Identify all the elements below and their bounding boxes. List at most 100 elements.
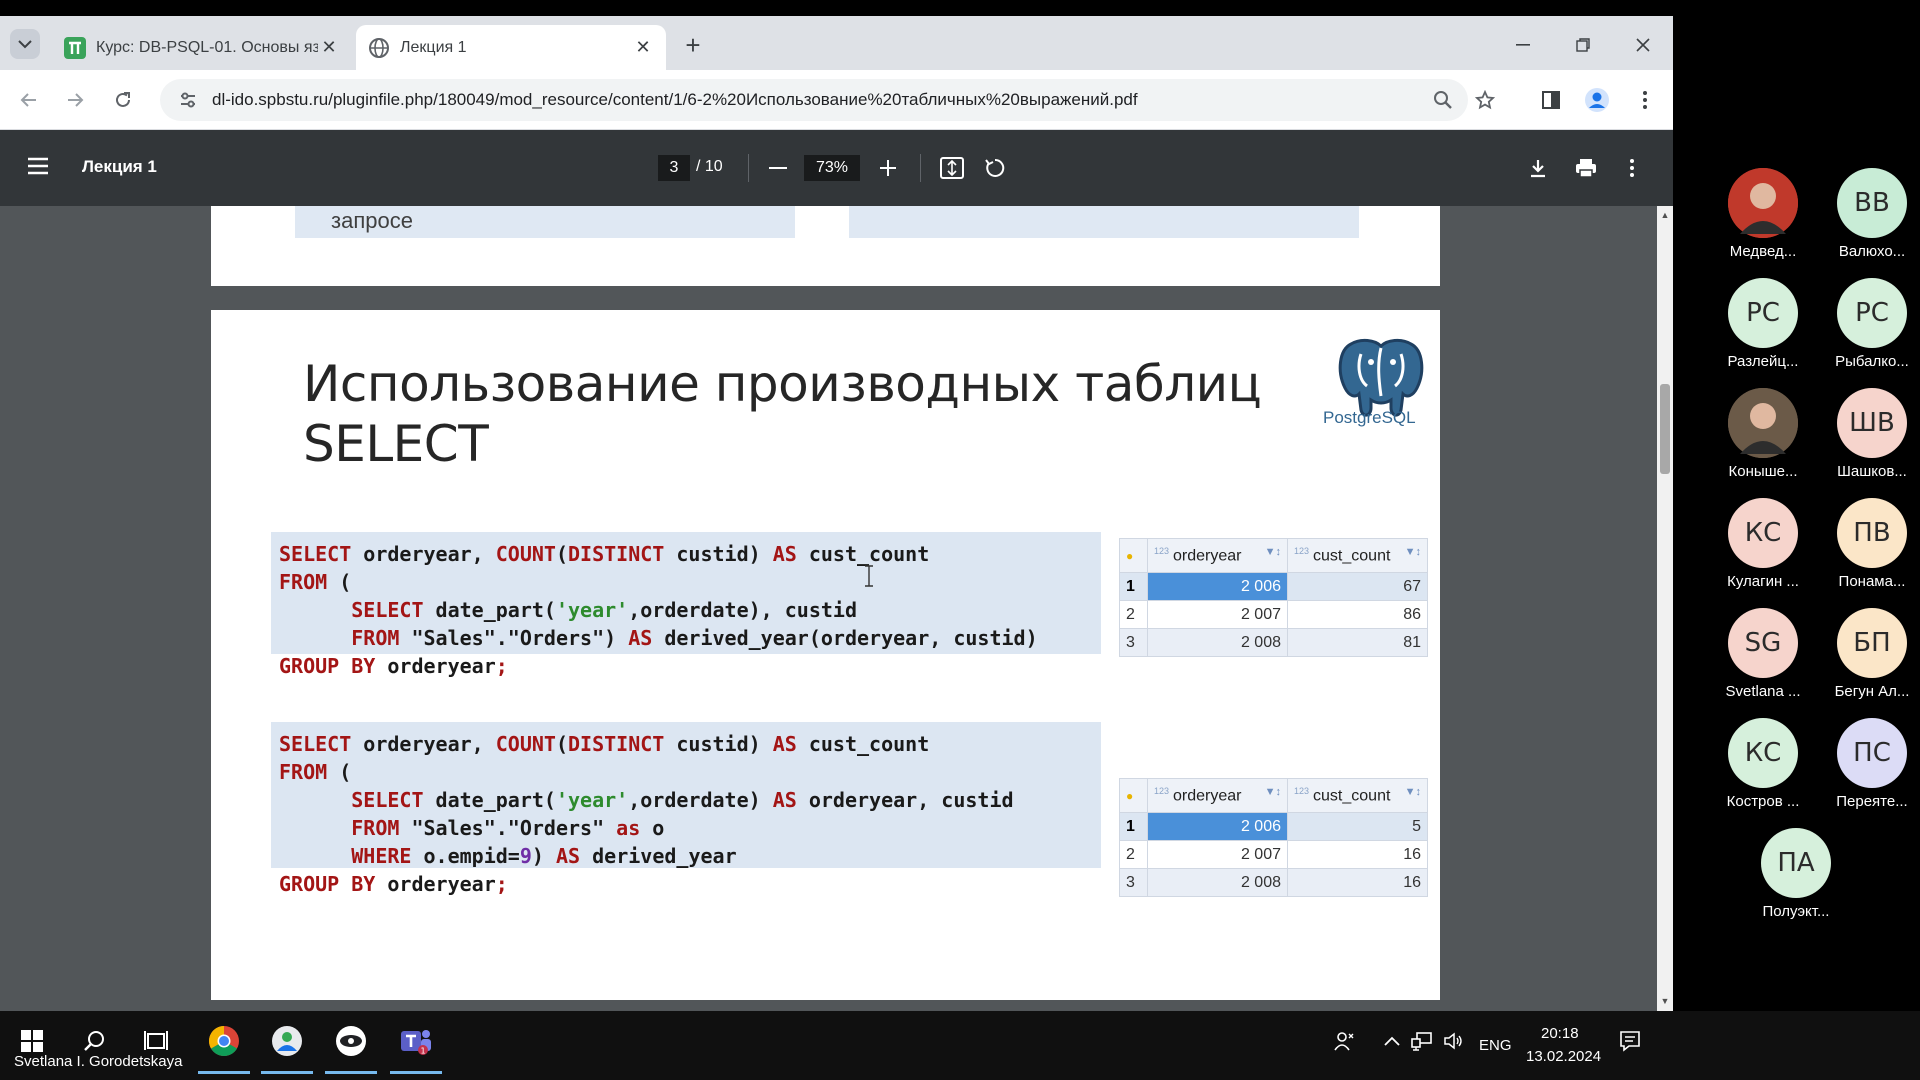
download-button[interactable] [1524, 154, 1552, 182]
column-header-orderyear[interactable]: 123 orderyear ▼↕ [1147, 538, 1288, 573]
cell-orderyear[interactable]: 2 008 [1147, 868, 1288, 897]
input-language[interactable]: ENG [1479, 1037, 1512, 1054]
scroll-up-icon[interactable]: ▲ [1660, 210, 1670, 220]
cell-cust-count[interactable]: 81 [1287, 628, 1428, 657]
close-tab-icon[interactable]: ✕ [318, 37, 340, 58]
cell-cust-count[interactable]: 16 [1287, 868, 1428, 897]
scrollbar-thumb[interactable] [1660, 384, 1670, 474]
zoom-level-input[interactable]: 73% [804, 155, 860, 181]
column-header-orderyear[interactable]: 123 orderyear ▼↕ [1147, 778, 1288, 813]
cell-orderyear[interactable]: 2 007 [1147, 600, 1288, 629]
app-taskbar-button[interactable] [267, 1021, 307, 1061]
reload-button[interactable] [108, 85, 138, 115]
row-number: 3 [1119, 628, 1148, 657]
close-window-button[interactable] [1628, 32, 1658, 58]
participant-tile[interactable]: ВВ Валюхо... [1817, 168, 1920, 260]
notifications-button[interactable] [1610, 1021, 1650, 1061]
cell-orderyear[interactable]: 2 006 [1147, 812, 1288, 841]
cell-cust-count[interactable]: 5 [1287, 812, 1428, 841]
volume-icon[interactable] [1434, 1021, 1474, 1061]
profile-avatar-icon[interactable] [1582, 85, 1612, 115]
bookmark-star-icon[interactable] [1470, 85, 1500, 115]
participant-name: Валюхо... [1838, 243, 1906, 260]
participant-name: Костров ... [1726, 793, 1800, 810]
participant-tile[interactable]: ПВ Понама... [1817, 498, 1920, 590]
column-header-cust-count[interactable]: 123 cust_count ▼↕ [1287, 538, 1428, 573]
pdf-sidebar-menu-icon[interactable] [26, 154, 52, 180]
participant-tile[interactable]: Медвед... [1708, 168, 1818, 260]
table-row[interactable]: 3 2 008 81 [1119, 628, 1428, 657]
cell-cust-count[interactable]: 16 [1287, 840, 1428, 869]
postgresql-logo-text: PostgreSQL [1323, 408, 1416, 427]
side-panel-icon[interactable] [1536, 85, 1566, 115]
participant-tile[interactable]: РС Разлейц... [1708, 278, 1818, 370]
chrome-taskbar-button[interactable] [204, 1021, 244, 1061]
browser-menu-icon[interactable] [1630, 85, 1660, 115]
participant-tile[interactable]: КС Костров ... [1708, 718, 1818, 810]
site-info-icon[interactable] [170, 91, 206, 109]
print-button[interactable] [1572, 154, 1600, 182]
participant-name: Медвед... [1729, 243, 1797, 260]
viewer-taskbar-button[interactable] [331, 1021, 371, 1061]
participant-tile[interactable]: БП Бегун Ал... [1817, 608, 1920, 700]
search-icon [84, 1031, 104, 1051]
cell-orderyear[interactable]: 2 007 [1147, 840, 1288, 869]
row-selector-header[interactable]: ● [1119, 778, 1148, 813]
new-tab-button[interactable]: + [678, 30, 708, 60]
cell-cust-count[interactable]: 86 [1287, 600, 1428, 629]
cell-orderyear[interactable]: 2 006 [1147, 572, 1288, 601]
tab-course[interactable]: Курс: DB-PSQL-01. Основы яз ✕ [52, 25, 352, 70]
zoom-icon[interactable] [1428, 85, 1458, 115]
zoom-out-button[interactable] [764, 154, 792, 182]
back-button[interactable] [14, 85, 44, 115]
pdf-viewport[interactable]: запросе Использование производных таблиц… [0, 206, 1657, 1011]
table-row[interactable]: 1 2 006 67 [1119, 572, 1428, 601]
slide-title-line-1: Использование производных таблиц [303, 355, 1262, 413]
table-row[interactable]: 1 2 006 5 [1119, 812, 1428, 841]
page-number-input[interactable]: 3 [658, 155, 690, 181]
zoom-in-button[interactable] [874, 154, 902, 182]
pdf-scrollbar[interactable]: ▲ ▼ [1657, 206, 1673, 1011]
tab-search-button[interactable] [10, 29, 40, 59]
active-app-indicator [261, 1071, 313, 1074]
tab-lecture[interactable]: Лекция 1 ✕ [356, 25, 666, 70]
table-row[interactable]: 2 2 007 86 [1119, 600, 1428, 629]
clock-date[interactable]: 13.02.2024 [1526, 1048, 1601, 1065]
code-line: WHERE o.empid=9) AS derived_year [351, 844, 737, 868]
table-row[interactable]: 2 2 007 16 [1119, 840, 1428, 869]
teams-taskbar-button[interactable]: 1 [396, 1021, 436, 1061]
cell-orderyear[interactable]: 2 008 [1147, 628, 1288, 657]
pdf-more-menu-icon[interactable] [1618, 154, 1646, 182]
restore-button[interactable] [1568, 32, 1598, 58]
participant-tile[interactable]: ПС Переяте... [1817, 718, 1920, 810]
cell-cust-count[interactable]: 67 [1287, 572, 1428, 601]
eye-app-icon [336, 1026, 366, 1056]
tab-title: Курс: DB-PSQL-01. Основы яз [96, 38, 318, 56]
participant-tile[interactable]: SG Svetlana ... [1708, 608, 1818, 700]
clock-time[interactable]: 20:18 [1541, 1025, 1579, 1042]
code-line: SELECT orderyear, COUNT(DISTINCT custid)… [279, 542, 930, 566]
participant-tile[interactable]: ПА Полуэкт... [1741, 828, 1851, 920]
participant-avatar: SG [1728, 608, 1798, 678]
close-tab-icon[interactable]: ✕ [632, 37, 654, 58]
browser-toolbar: dl-ido.spbstu.ru/pluginfile.php/180049/m… [0, 70, 1673, 130]
address-bar[interactable]: dl-ido.spbstu.ru/pluginfile.php/180049/m… [160, 79, 1468, 121]
participant-tile[interactable]: Коныше... [1708, 388, 1818, 480]
table-row[interactable]: 3 2 008 16 [1119, 868, 1428, 897]
people-icon[interactable] [1324, 1021, 1364, 1061]
code-line: SELECT date_part('year',orderdate), cust… [351, 598, 857, 622]
reload-icon [116, 92, 130, 107]
participant-avatar: БП [1837, 608, 1907, 678]
rotate-button[interactable] [980, 154, 1008, 182]
participant-tile[interactable]: КС Кулагин ... [1708, 498, 1818, 590]
scroll-down-icon[interactable]: ▼ [1660, 996, 1670, 1006]
code-line: GROUP BY orderyear; [279, 654, 508, 678]
participant-tile[interactable]: ШВ Шашков... [1817, 388, 1920, 480]
avatar-app-icon [272, 1026, 302, 1056]
participant-tile[interactable]: РС Рыбалко... [1817, 278, 1920, 370]
forward-button[interactable] [60, 85, 90, 115]
row-selector-header[interactable]: ● [1119, 538, 1148, 573]
column-header-cust-count[interactable]: 123 cust_count ▼↕ [1287, 778, 1428, 813]
fit-page-button[interactable] [938, 154, 966, 182]
minimize-button[interactable] [1508, 32, 1538, 58]
